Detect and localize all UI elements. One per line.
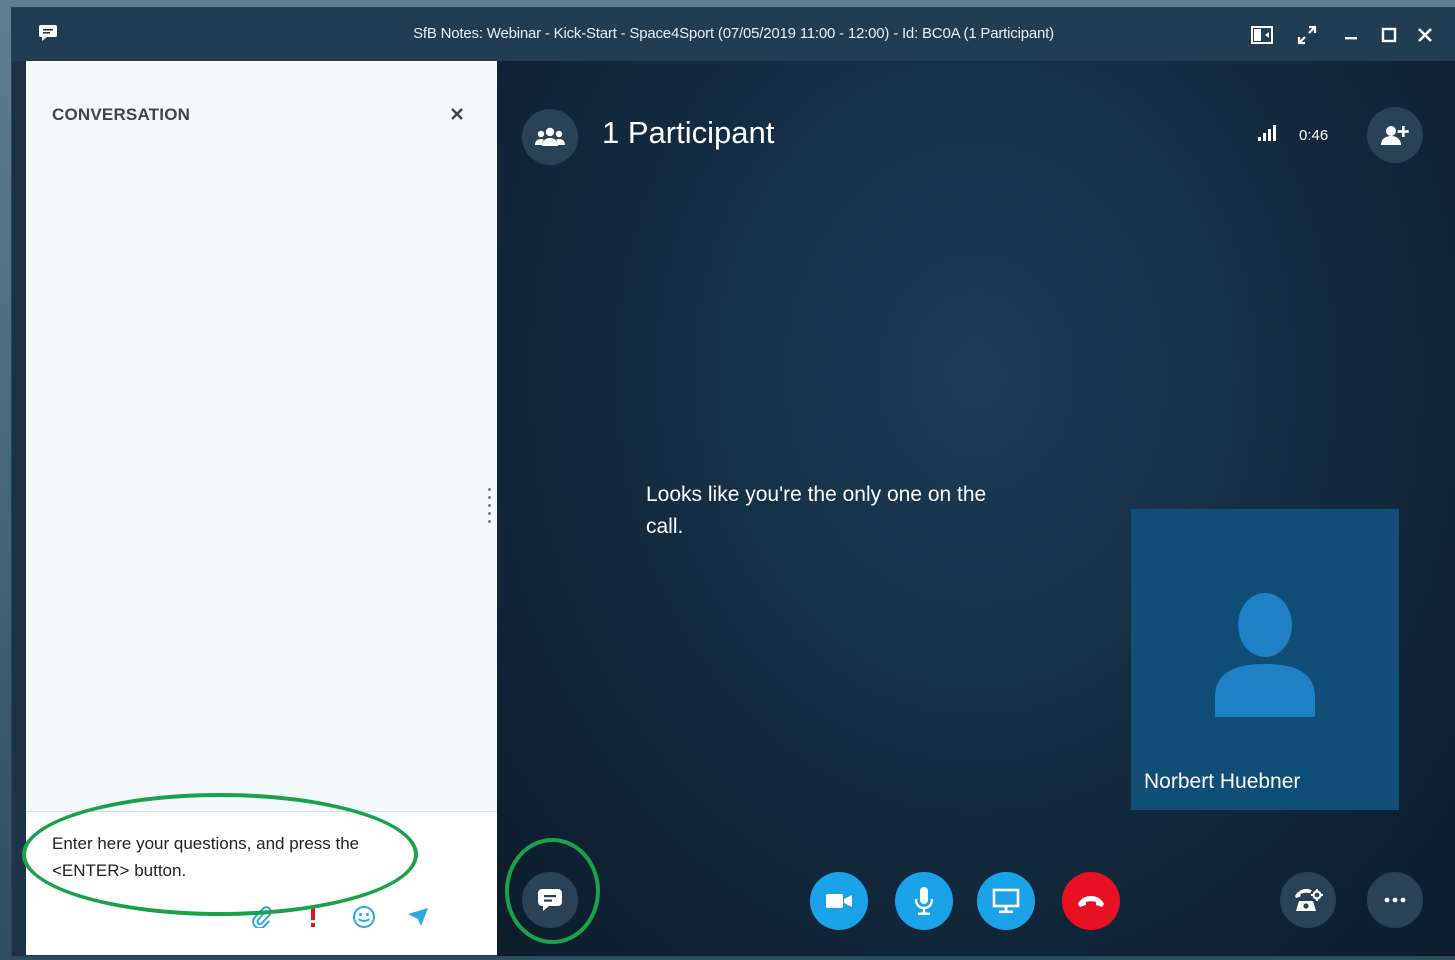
importance-icon (311, 907, 315, 927)
maximize-icon (1381, 27, 1397, 43)
message-compose-area[interactable]: Enter here your questions, and press the… (26, 811, 497, 955)
present-icon (992, 888, 1020, 914)
paperclip-icon (252, 906, 271, 928)
people-icon (535, 127, 565, 146)
participants-count: 1 Participant (602, 115, 775, 150)
close-icon (1418, 28, 1432, 42)
alone-message: Looks like you're the only one on the ca… (646, 483, 987, 538)
layout-button[interactable] (1245, 20, 1279, 50)
hang-up-button[interactable] (1062, 872, 1120, 930)
close-window-button[interactable] (1408, 20, 1442, 50)
video-icon (826, 894, 852, 908)
layout-icon (1251, 26, 1273, 44)
chat-button[interactable] (522, 872, 578, 928)
conversation-panel: CONVERSATION Enter here your questions, … (26, 61, 497, 955)
title-bar: SfB Notes: Webinar - Kick-Start - Space4… (12, 8, 1455, 61)
message-input[interactable]: Enter here your questions, and press the… (52, 830, 432, 884)
send-button[interactable] (403, 902, 433, 932)
panel-splitter[interactable] (488, 488, 491, 536)
present-button[interactable] (977, 872, 1035, 930)
mute-button[interactable] (895, 872, 953, 930)
conversation-title: CONVERSATION (52, 105, 191, 124)
maximize-button[interactable] (1372, 20, 1406, 50)
call-controls-icon (1295, 889, 1323, 911)
minimize-button[interactable] (1334, 20, 1368, 50)
send-icon (408, 908, 428, 926)
attach-file-button[interactable] (246, 902, 276, 932)
call-controls-button[interactable] (1280, 872, 1336, 928)
more-options-icon (1384, 897, 1406, 903)
participants-button[interactable] (522, 109, 578, 165)
add-person-icon (1381, 126, 1409, 145)
avatar-icon (1215, 593, 1315, 717)
signal-strength-icon (1257, 123, 1281, 141)
fullscreen-button[interactable] (1290, 20, 1324, 50)
window-title: SfB Notes: Webinar - Kick-Start - Space4… (413, 25, 1054, 42)
compose-toolbar (26, 902, 497, 934)
participant-video-tile[interactable]: Norbert Huebner (1131, 509, 1399, 810)
fullscreen-icon (1297, 25, 1317, 45)
close-icon (451, 108, 463, 120)
call-timer: 0:46 (1299, 127, 1329, 144)
minimize-icon (1345, 37, 1357, 40)
microphone-icon (914, 887, 934, 915)
emoji-button[interactable] (349, 902, 379, 932)
more-options-button[interactable] (1367, 872, 1423, 928)
close-conversation-button[interactable] (442, 99, 472, 129)
chat-icon (538, 889, 562, 911)
add-participant-button[interactable] (1367, 107, 1423, 163)
meeting-window: SfB Notes: Webinar - Kick-Start - Space4… (12, 8, 1455, 956)
video-button[interactable] (810, 872, 868, 930)
meeting-stage: 1 Participant 0:46 Looks like you're the… (497, 61, 1455, 956)
emoji-icon (353, 906, 375, 928)
importance-button[interactable] (298, 902, 328, 932)
hang-up-icon (1078, 896, 1104, 907)
participant-name: Norbert Huebner (1144, 770, 1301, 793)
